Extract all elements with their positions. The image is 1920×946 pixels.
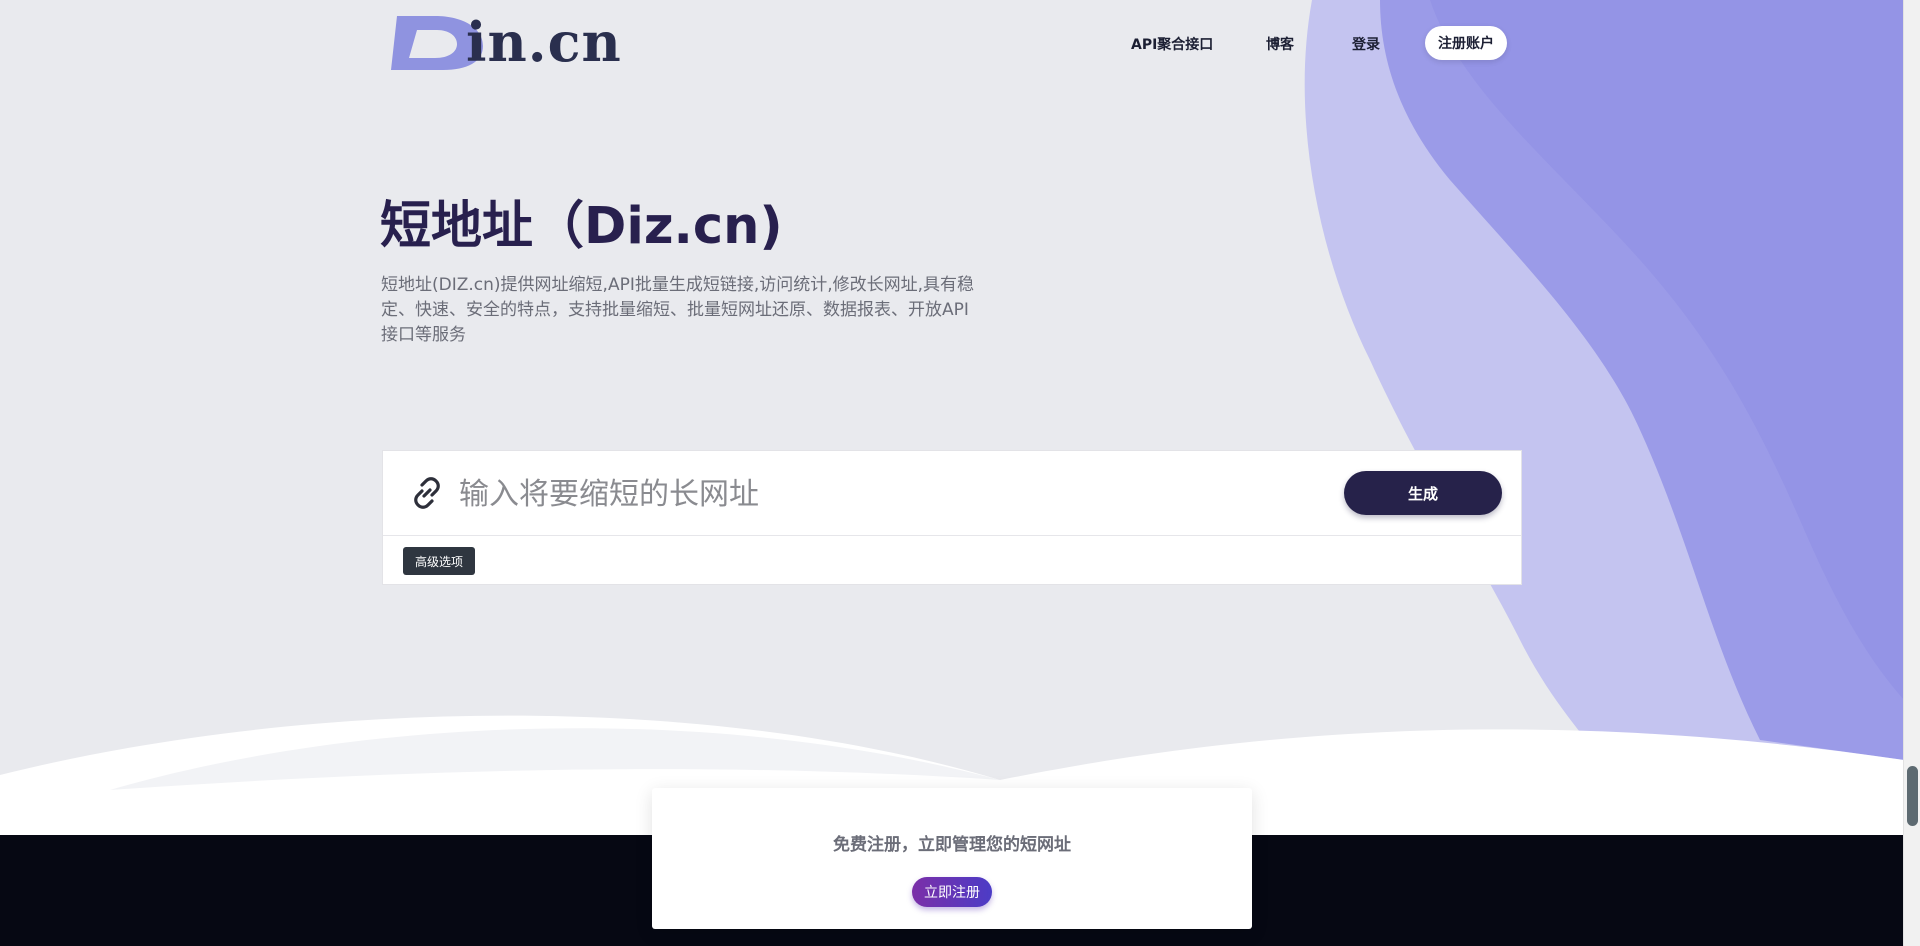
vertical-scrollbar[interactable] [1903, 0, 1920, 946]
register-card: 免费注册，立即管理您的短网址 立即注册 [652, 788, 1252, 929]
shortener-input-row: 生成 [383, 451, 1521, 536]
page-title: 短地址（Diz.cn) [380, 195, 783, 259]
page: in.cn API聚合接口 博客 登录 注册账户 短地址（Diz.cn) 短地址… [0, 0, 1904, 946]
generate-button[interactable]: 生成 [1344, 471, 1502, 515]
hero-description: 短地址(DIZ.cn)提供网址缩短,API批量生成短链接,访问统计,修改长网址,… [381, 275, 975, 345]
logo-text[interactable]: in.cn [466, 12, 622, 72]
title-cn: 短地址 [380, 197, 534, 256]
register-promo-text: 免费注册，立即管理您的短网址 [833, 835, 1071, 855]
nav-blog-link[interactable]: 博客 [1266, 34, 1294, 54]
register-account-button[interactable]: 注册账户 [1425, 26, 1507, 60]
long-url-input[interactable] [457, 469, 1281, 519]
advanced-options-button[interactable]: 高级选项 [403, 547, 475, 575]
shortener-card: 生成 高级选项 [382, 450, 1522, 585]
register-now-button[interactable]: 立即注册 [912, 877, 992, 907]
title-en: （Diz.cn) [533, 197, 783, 256]
scrollbar-thumb[interactable] [1907, 766, 1918, 826]
link-icon [414, 477, 440, 509]
nav-api-link[interactable]: API聚合接口 [1131, 34, 1213, 54]
nav-login-link[interactable]: 登录 [1352, 34, 1380, 54]
